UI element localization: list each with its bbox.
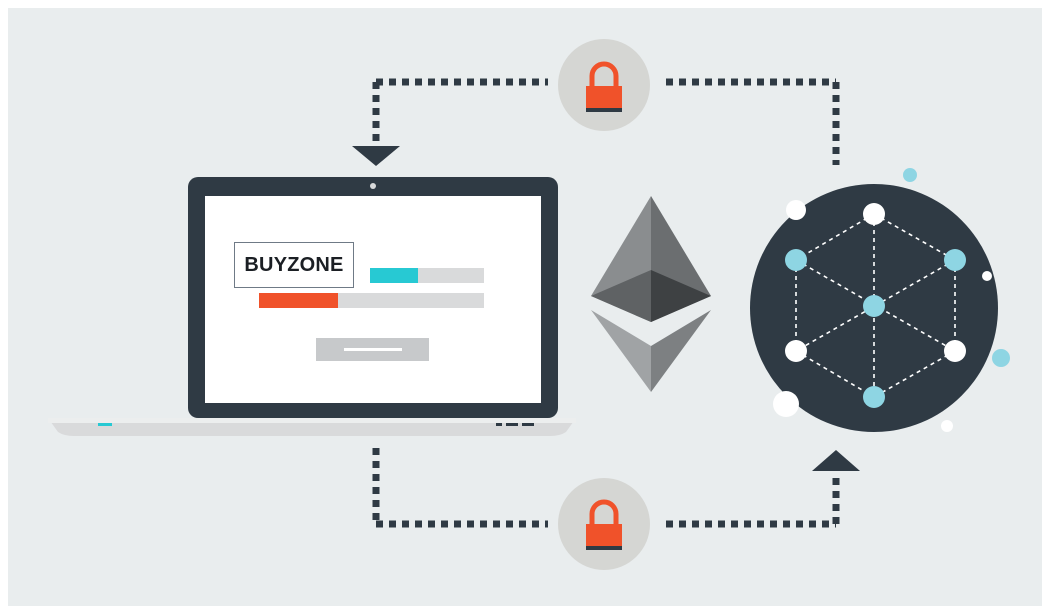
padlock-icon-bottom [558,478,650,570]
illustration-svg [8,8,1042,606]
padlock-icon-top [558,39,650,131]
progress-bar-cyan-fill [370,268,418,283]
brand-label: BUYZONE [234,242,354,288]
progress-bar-orange-fill [259,293,338,308]
illustration-canvas: BUYZONE [0,0,1050,614]
